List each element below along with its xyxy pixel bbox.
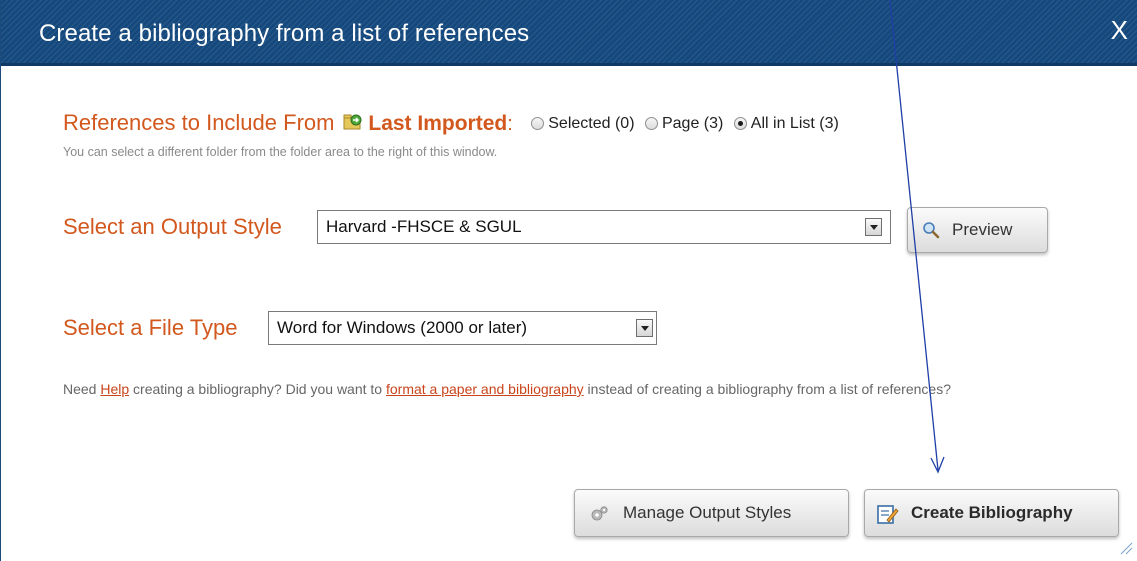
help-text-part2: creating a bibliography? Did you want to	[129, 381, 386, 397]
resize-grip-icon[interactable]	[1119, 541, 1133, 555]
folder-icon	[343, 112, 363, 137]
output-style-dropdown-arrow[interactable]	[865, 218, 882, 236]
radio-selected[interactable]: Selected (0)	[531, 115, 635, 133]
edit-document-icon	[877, 503, 899, 530]
create-bibliography-button[interactable]: Create Bibliography	[864, 489, 1119, 537]
radio-all-in-list-button[interactable]	[733, 117, 747, 130]
output-style-value: Harvard -FHSCE & SGUL	[326, 217, 522, 236]
radio-all-in-list-label: All in List (3)	[750, 115, 839, 132]
references-label: References to Include From	[63, 110, 335, 135]
file-type-value: Word for Windows (2000 or later)	[277, 318, 528, 337]
help-text: Need Help creating a bibliography? Did y…	[63, 378, 1123, 400]
help-text-part3: instead of creating a bibliography from …	[583, 381, 951, 397]
radio-page[interactable]: Page (3)	[644, 115, 724, 133]
radio-page-label: Page (3)	[661, 115, 724, 132]
create-bibliography-label: Create Bibliography	[911, 503, 1073, 522]
preview-button[interactable]: Preview	[907, 207, 1048, 253]
help-link[interactable]: Help	[100, 381, 129, 397]
format-paper-link[interactable]: format a paper and bibliography	[386, 381, 584, 397]
references-radio-group: Selected (0) Page (3) All in List (3)	[531, 115, 845, 133]
file-type-dropdown-arrow[interactable]	[636, 319, 653, 337]
dialog-title: Create a bibliography from a list of ref…	[39, 20, 530, 47]
folder-colon: :	[507, 113, 513, 135]
gear-icon	[589, 504, 609, 529]
preview-label: Preview	[952, 220, 1013, 239]
radio-selected-button[interactable]	[531, 117, 545, 130]
references-row: References to Include From Last Imported…	[63, 110, 845, 137]
folder-name[interactable]: Last Imported	[368, 112, 507, 135]
bibliography-dialog: Create a bibliography from a list of ref…	[0, 0, 1137, 561]
close-button[interactable]: X	[1111, 15, 1128, 46]
radio-page-button[interactable]	[644, 117, 658, 130]
radio-selected-label: Selected (0)	[548, 115, 635, 132]
file-type-label: Select a File Type	[63, 315, 238, 340]
manage-output-styles-label: Manage Output Styles	[623, 503, 792, 522]
radio-all-in-list[interactable]: All in List (3)	[733, 115, 839, 133]
output-style-label: Select an Output Style	[63, 214, 282, 239]
help-text-part1: Need	[63, 381, 101, 397]
manage-output-styles-button[interactable]: Manage Output Styles	[574, 489, 849, 537]
magnifier-icon	[922, 221, 940, 244]
folder-hint: You can select a different folder from t…	[63, 145, 498, 159]
output-style-select[interactable]: Harvard -FHSCE & SGUL	[317, 210, 891, 244]
file-type-select[interactable]: Word for Windows (2000 or later)	[268, 311, 657, 345]
dialog-titlebar: Create a bibliography from a list of ref…	[1, 0, 1137, 66]
